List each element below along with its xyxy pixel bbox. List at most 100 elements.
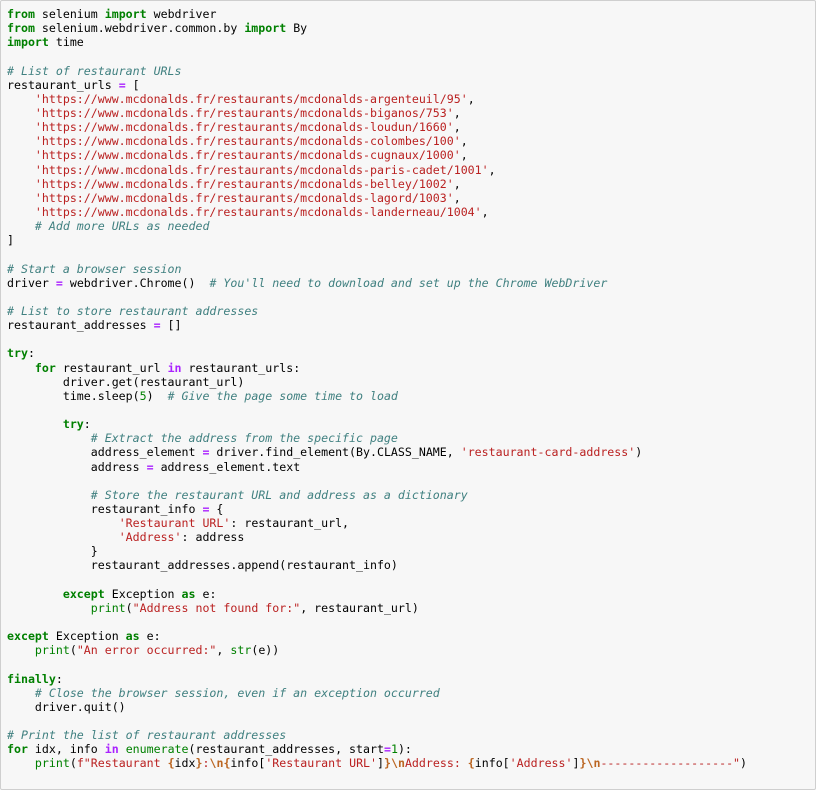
code-token: , restaurant_url)	[300, 600, 419, 615]
code-line: 'https://www.mcdonalds.fr/restaurants/mc…	[7, 163, 811, 177]
code-line: 'https://www.mcdonalds.fr/restaurants/mc…	[7, 106, 811, 120]
code-token: 'https://www.mcdonalds.fr/restaurants/mc…	[34, 176, 454, 191]
code-token: restaurant_info	[7, 501, 203, 516]
code-token: :	[55, 671, 63, 686]
code-token: driver.get(restaurant_url)	[7, 374, 245, 389]
code-token: except	[62, 586, 105, 601]
code-token: Address:	[404, 756, 468, 771]
code-token: =	[146, 459, 154, 474]
code-token: try	[7, 346, 28, 361]
code-token: By	[286, 21, 308, 36]
code-token: ,	[460, 148, 468, 163]
code-token: # Give the page some time to load	[167, 388, 398, 403]
code-line: import time	[7, 35, 811, 49]
code-line: except Exception as e:	[7, 629, 811, 643]
code-line: try:	[7, 417, 811, 431]
code-token: ):	[397, 742, 412, 757]
code-token: =	[55, 275, 63, 290]
code-token: # Extract the address from the specific …	[90, 431, 398, 446]
code-token: ,	[467, 91, 475, 106]
code-token: \n	[390, 756, 405, 771]
code-token: driver.quit()	[7, 699, 126, 714]
code-token: -------------------"	[600, 756, 741, 771]
code-line: # Store the restaurant URL and address a…	[7, 488, 811, 502]
code-token: driver	[7, 275, 56, 290]
code-line: # Start a browser session	[7, 262, 811, 276]
code-token: 'https://www.mcdonalds.fr/restaurants/mc…	[34, 148, 461, 163]
code-token: ,	[453, 190, 461, 205]
code-token: 'https://www.mcdonalds.fr/restaurants/mc…	[34, 190, 454, 205]
code-token: ]	[377, 756, 384, 771]
code-token: # List of restaurant URLs	[7, 63, 182, 78]
code-token: # Print the list of restaurant addresses	[7, 728, 287, 743]
code-token: # You'll need to download and set up the…	[209, 275, 608, 290]
code-token: }	[384, 756, 391, 771]
code-line: print(f"Restaurant {idx}:\n{info['Restau…	[7, 756, 811, 770]
code-token: {	[467, 756, 475, 771]
code-token: 'Restaurant URL'	[118, 516, 231, 531]
code-line: print("An error occurred:", str(e))	[7, 643, 811, 657]
code-cell[interactable]: from selenium import webdriver from selen…	[0, 0, 816, 790]
code-line: 'https://www.mcdonalds.fr/restaurants/mc…	[7, 92, 811, 106]
code-token: print	[34, 643, 70, 658]
code-token: ,	[488, 162, 496, 177]
code-line: except Exception as e:	[7, 587, 811, 601]
code-token: e:	[195, 586, 217, 601]
code-line: address = address_element.text	[7, 460, 811, 474]
code-token: idx	[174, 756, 196, 771]
code-line: # Extract the address from the specific …	[7, 431, 811, 445]
code-editor[interactable]: from selenium import webdriver from selen…	[7, 7, 811, 771]
code-line: 'https://www.mcdonalds.fr/restaurants/mc…	[7, 148, 811, 162]
code-token: "Address not found for:"	[132, 600, 301, 615]
code-line: driver.quit()	[7, 700, 811, 714]
code-token: 5	[139, 388, 147, 403]
code-token: ,	[481, 204, 489, 219]
code-token: 'https://www.mcdonalds.fr/restaurants/mc…	[34, 134, 461, 149]
code-token: restaurant_url	[55, 360, 168, 375]
code-token: )	[146, 388, 168, 403]
code-token: driver.find_element(By.CLASS_NAME,	[209, 445, 461, 460]
code-token: restaurant_addresses	[7, 318, 154, 333]
code-token: info[	[474, 756, 510, 771]
code-token: from	[7, 21, 35, 36]
code-line: 'Address': address	[7, 530, 811, 544]
code-token: # Add more URLs as needed	[34, 219, 210, 234]
code-token: # Store the restaurant URL and address a…	[90, 487, 468, 502]
code-token: import	[7, 35, 49, 50]
code-token: 1	[390, 742, 398, 757]
code-token: "An error occurred:"	[76, 643, 217, 658]
code-token: 'restaurant-card-address'	[460, 445, 636, 460]
code-token: str	[230, 643, 252, 658]
code-token: =	[383, 742, 391, 757]
code-token: for	[34, 360, 56, 375]
code-token: Exception	[48, 629, 126, 644]
code-token: (e))	[251, 643, 280, 658]
code-token: :	[83, 417, 91, 432]
code-line: }	[7, 544, 811, 558]
code-token: Exception	[104, 586, 182, 601]
code-token: except	[7, 629, 49, 644]
code-token: \n	[209, 756, 224, 771]
code-line: for restaurant_url in restaurant_urls:	[7, 361, 811, 375]
code-token: 'https://www.mcdonalds.fr/restaurants/mc…	[34, 91, 468, 106]
code-token: (	[69, 643, 77, 658]
code-token: )	[740, 756, 748, 771]
code-token: selenium	[34, 7, 105, 21]
